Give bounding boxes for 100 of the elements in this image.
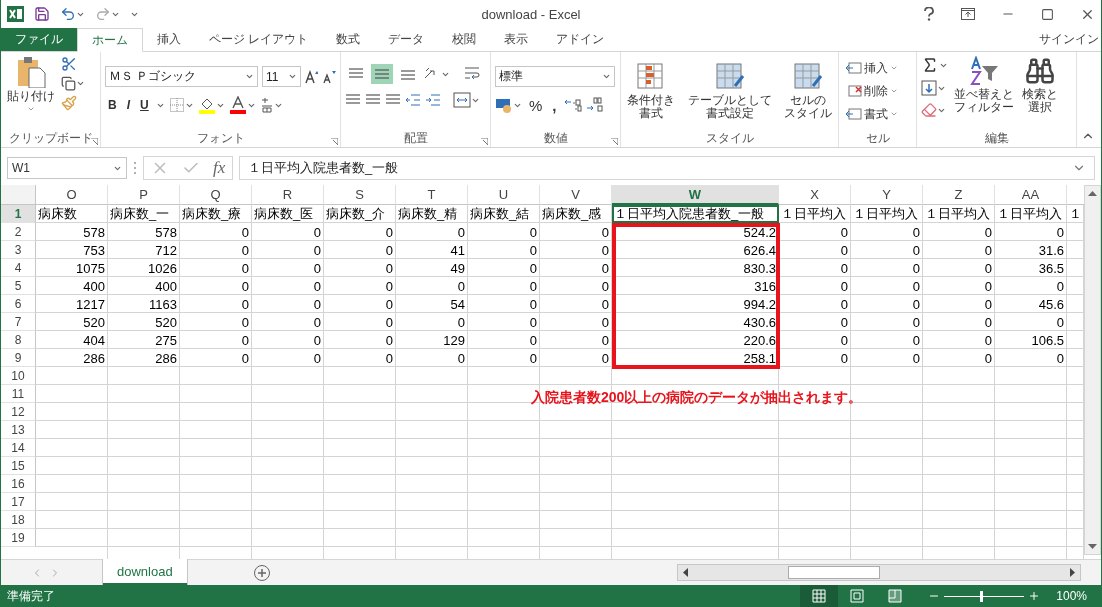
number-style-button[interactable]: , [549,95,560,115]
sheet-tab[interactable]: download [103,559,187,585]
add-sheet-icon[interactable] [252,563,271,582]
format-as-table-button[interactable]: テーブルとして 書式設定 [685,62,774,129]
column-header[interactable]: Z [923,185,995,205]
undo-icon[interactable] [60,6,76,22]
horizontal-scrollbar[interactable] [677,564,1081,581]
row-header[interactable]: 15 [1,457,36,475]
scroll-right-icon[interactable] [1070,568,1076,577]
ribbon-tab[interactable]: ホーム [77,28,143,52]
phonetic-icon[interactable] [259,97,274,113]
table-cell-text: 0 [839,349,849,367]
table-cell-text: 0 [600,313,610,331]
row-header[interactable]: 14 [1,439,36,457]
grow-font-icon[interactable] [304,69,319,84]
column-header[interactable]: Q [180,185,252,205]
dialog-launcher-icon[interactable] [481,138,488,145]
maximize-icon[interactable] [1041,7,1054,21]
formula-input[interactable]: １日平均入院患者数_一般 [239,156,1095,180]
row-header[interactable]: 17 [1,493,36,511]
sign-in-link[interactable]: サインイン [1039,31,1101,48]
row-header[interactable]: 6 [1,295,36,313]
vertical-scrollbar[interactable] [1084,185,1101,555]
dialog-launcher-icon[interactable] [331,138,338,145]
column-header[interactable]: W [612,185,779,205]
fill-down-icon[interactable] [921,80,937,96]
zoom-thumb[interactable] [980,590,984,602]
column-header[interactable]: V [540,185,612,205]
row-header[interactable]: 5 [1,277,36,295]
text-style-button[interactable]: B [105,95,120,115]
row-header[interactable]: 12 [1,403,36,421]
format-button[interactable]: 書式 [843,104,912,124]
help-icon[interactable] [923,7,935,21]
scroll-left-icon[interactable] [682,568,688,577]
text-style-button[interactable]: I [123,95,133,115]
row-header[interactable]: 1 [1,205,36,223]
cell-styles-button[interactable]: セルの スタイル [782,62,834,129]
ribbon-display-icon[interactable] [961,8,975,20]
row-header[interactable]: 7 [1,313,36,331]
cut-icon[interactable] [61,56,77,72]
row-header[interactable]: 2 [1,223,36,241]
dialog-launcher-icon[interactable] [91,138,98,145]
paste-button[interactable]: 貼り付け [5,56,57,129]
font-name-dropdown[interactable]: ＭＳ Ｐゴシック [105,66,258,87]
sort-filter-button[interactable]: 並べ替えと フィルター [952,56,1016,129]
row-header[interactable]: 9 [1,349,36,367]
merge-cells-icon[interactable] [453,92,471,108]
dialog-launcher-icon[interactable] [611,138,618,145]
column-header[interactable]: T [396,185,468,205]
name-box[interactable]: W1 [7,157,127,179]
row-header[interactable]: 16 [1,475,36,493]
column-header[interactable]: U [468,185,540,205]
currency-icon[interactable] [495,97,513,113]
fill-color-icon[interactable] [197,96,216,114]
conditional-format-button[interactable]: 条件付き 書式 [625,62,677,129]
column-header[interactable]: X [779,185,851,205]
column-header[interactable]: AA [995,185,1067,205]
column-title-cell: １日平均入院患者数_一般 [612,205,779,223]
number-style-button[interactable]: % [526,95,546,115]
insert-function-button[interactable]: fx [213,158,226,178]
eraser-icon[interactable] [921,102,937,118]
delete-button[interactable]: 削除 [843,81,912,101]
scroll-up-icon[interactable] [1088,190,1097,196]
table-cell-text: 0 [240,241,250,259]
column-title-cell-text: 病床数_感 [541,205,603,223]
text-style-button[interactable]: U [137,95,152,115]
row-header[interactable]: 13 [1,421,36,439]
row-header[interactable]: 3 [1,241,36,259]
row-header[interactable]: 19 [1,529,36,547]
group-label: クリップボード [8,129,93,147]
zoom-level[interactable]: 100% [1056,589,1087,603]
find-select-button[interactable]: 検索と 選択 [1020,56,1060,129]
increase-decimal-icon[interactable] [563,97,582,113]
column-header[interactable]: O [36,185,108,205]
copy-icon[interactable] [61,76,76,91]
decrease-decimal-icon[interactable] [585,97,604,113]
font-color-icon[interactable] [228,96,247,114]
row-header[interactable]: 11 [1,385,36,403]
number-format-dropdown[interactable]: 標準 [495,66,615,87]
file-tab[interactable]: ファイル [1,28,77,51]
wrap-text-icon[interactable] [464,66,482,82]
font-size-dropdown[interactable]: 11 [262,66,301,87]
scroll-down-icon[interactable] [1088,544,1097,550]
row-header[interactable]: 4 [1,259,36,277]
column-header[interactable]: S [324,185,396,205]
table-cell-text: 0 [528,259,538,277]
column-header[interactable]: P [108,185,180,205]
row-header[interactable]: 18 [1,511,36,529]
save-icon[interactable] [34,6,50,22]
align-center-icon [365,93,381,107]
column-header[interactable]: Y [851,185,923,205]
zoom-in-icon[interactable] [1028,590,1041,602]
grip-icon [133,161,137,175]
insert-button[interactable]: 挿入 [843,58,912,78]
row-header[interactable]: 8 [1,331,36,349]
column-header[interactable]: R [252,185,324,205]
table-cell-text: 0 [911,313,921,331]
shrink-font-icon[interactable] [322,69,336,84]
normal-view-button[interactable] [800,585,839,607]
row-header[interactable]: 10 [1,367,36,385]
